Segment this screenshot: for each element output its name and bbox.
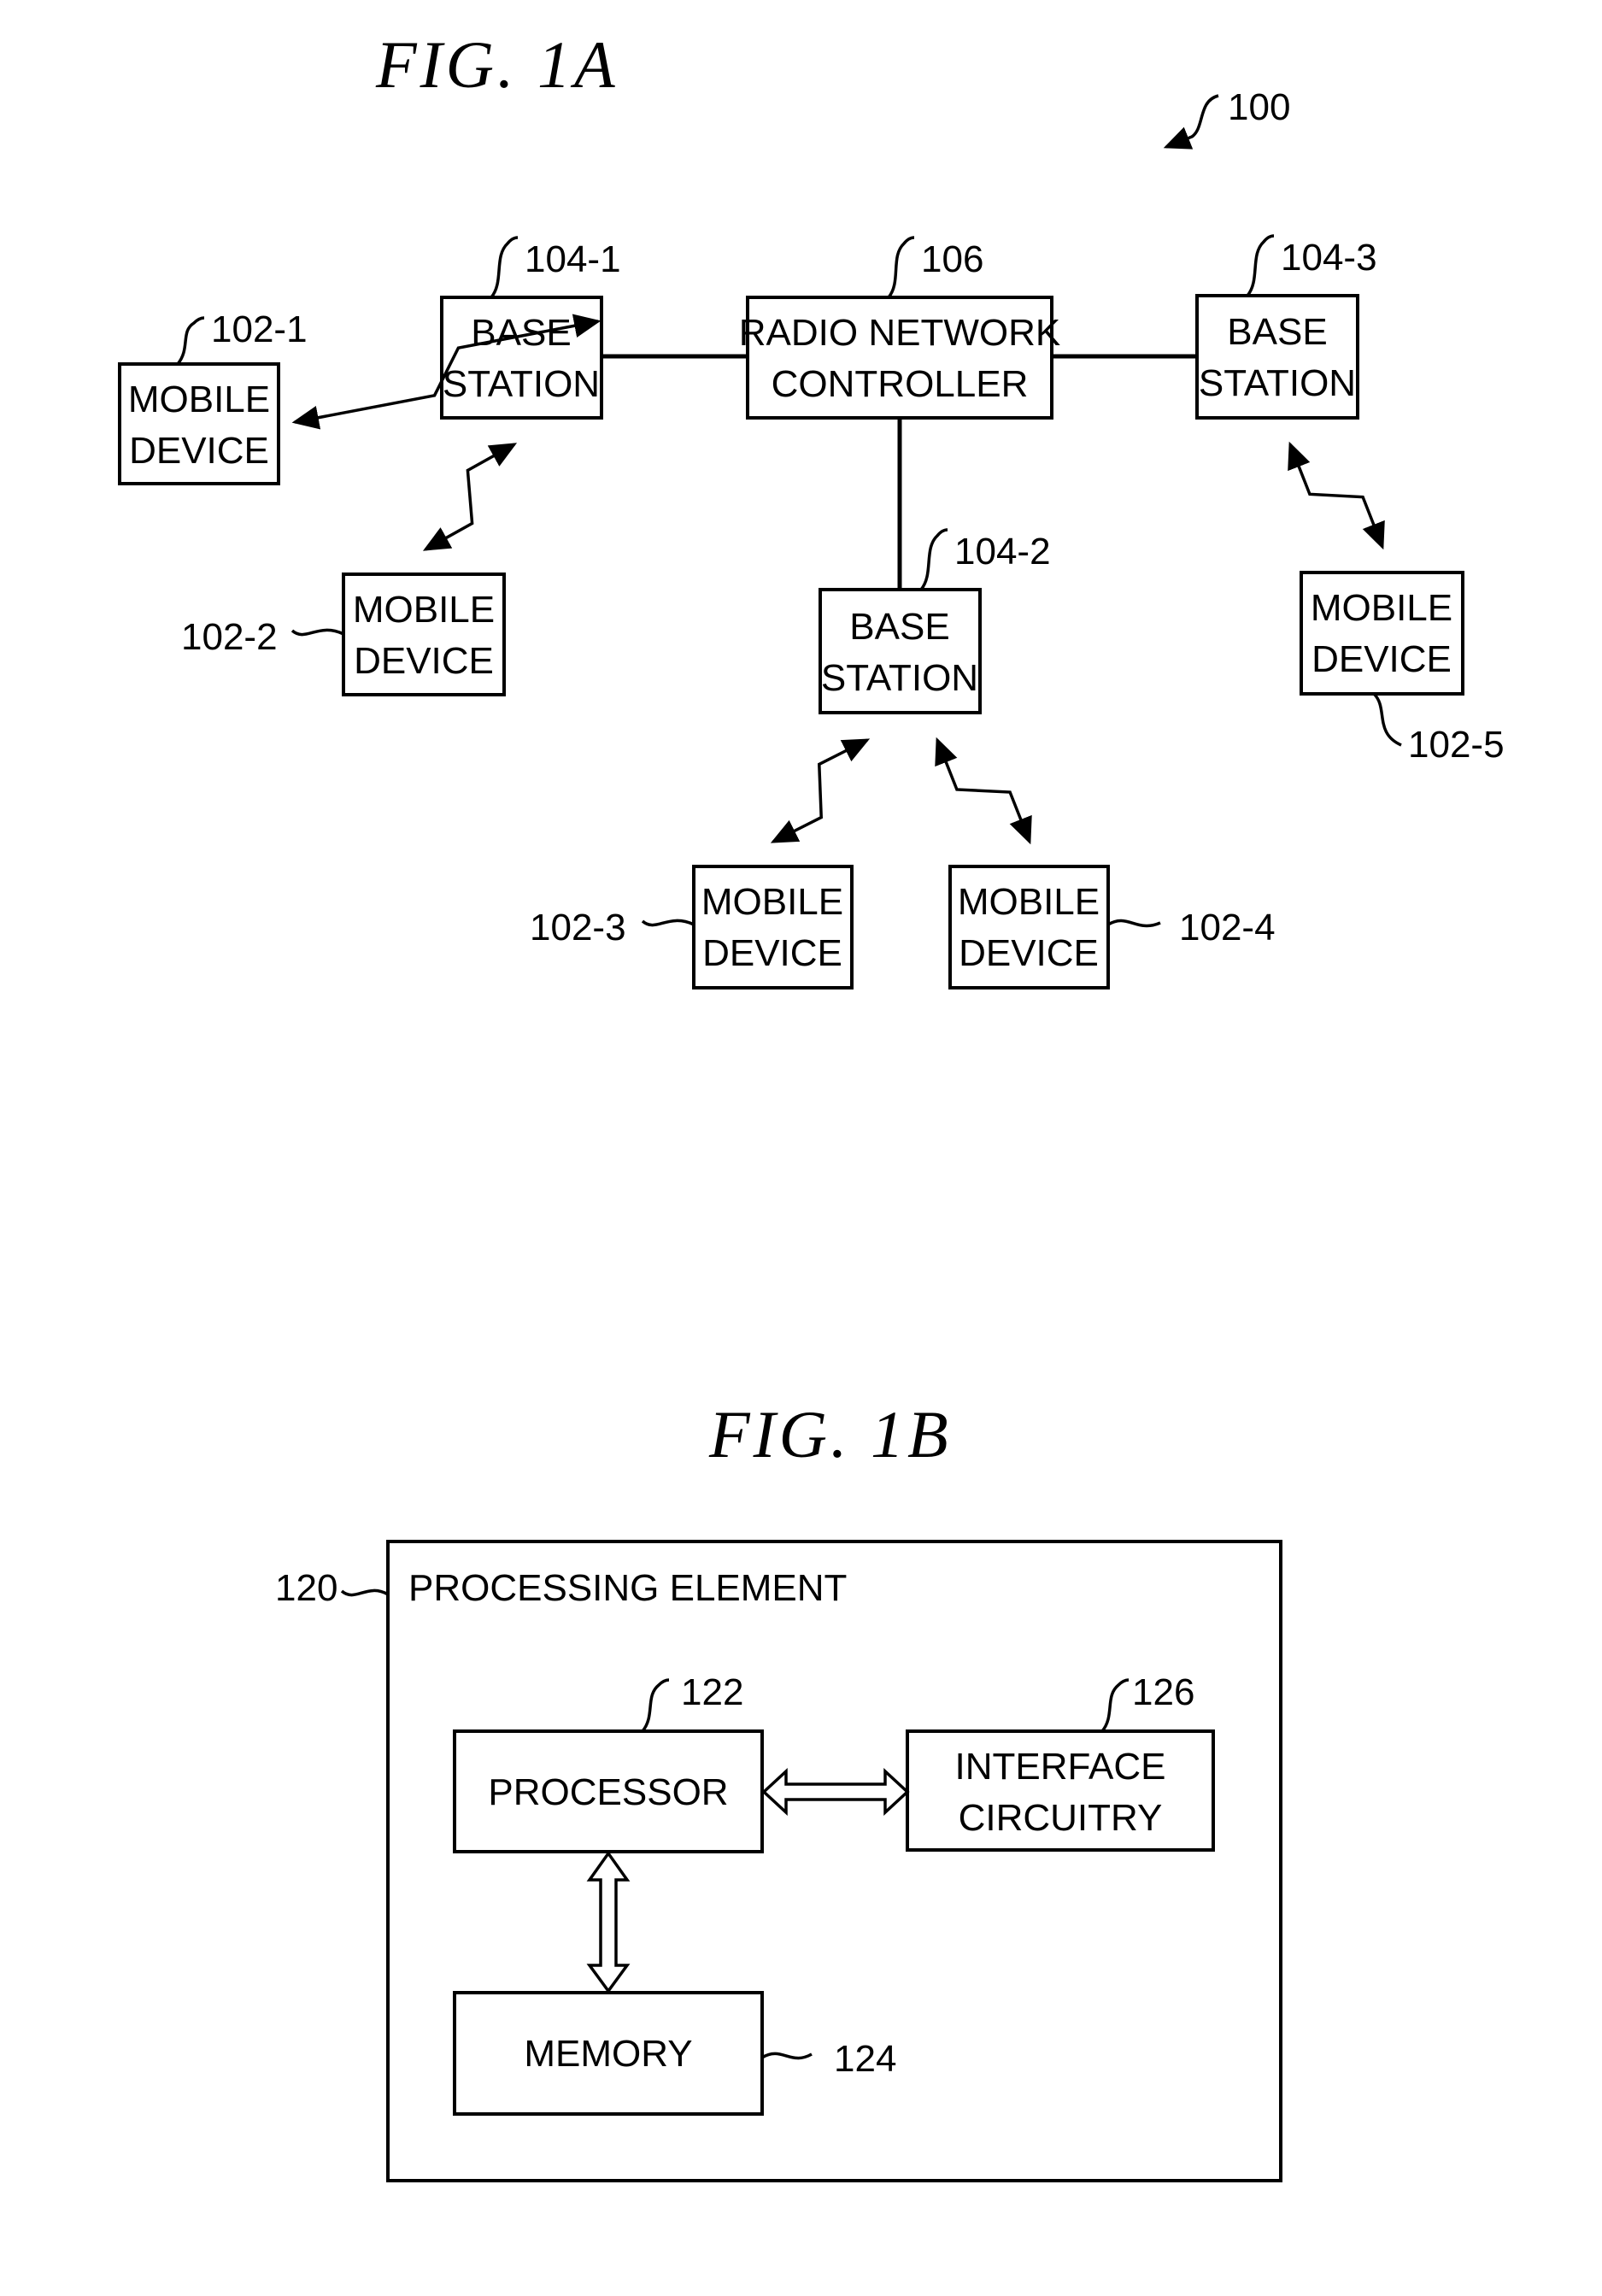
processor-reference: 122 — [681, 1671, 743, 1713]
md5-label-line2: DEVICE — [1312, 638, 1452, 680]
leader-line — [176, 316, 205, 366]
md2-label-line1: MOBILE — [353, 589, 495, 631]
bs1-label-line1: BASE — [471, 312, 571, 354]
figure-1a-title: FIG. 1A — [375, 27, 619, 102]
base-station-104-2[interactable]: BASE STATION 104-2 — [819, 528, 1051, 714]
bs2-reference: 104-2 — [954, 531, 1051, 573]
leader-line — [919, 528, 948, 591]
bs1-reference: 104-1 — [525, 238, 621, 280]
wireless-link-bs2-md3-icon — [770, 738, 871, 843]
reference-arrow-icon — [1163, 94, 1219, 150]
mobile-device-102-4[interactable]: MOBILE DEVICE 102-4 — [948, 865, 1276, 989]
radio-network-controller[interactable]: RADIO NETWORK CONTROLLER 106 — [739, 236, 1060, 420]
base-station-104-1[interactable]: BASE STATION 104-1 — [440, 236, 621, 420]
rnc-label-line2: CONTROLLER — [772, 363, 1029, 405]
md1-label-line2: DEVICE — [129, 430, 269, 472]
leader-line — [1107, 919, 1161, 928]
system-reference: 100 — [1163, 86, 1290, 150]
bs1-label-line2: STATION — [443, 363, 600, 405]
rnc-reference: 106 — [921, 238, 983, 280]
interface-label-line2: CIRCUITRY — [959, 1797, 1163, 1839]
bs2-label-line2: STATION — [821, 657, 978, 699]
processing-element-label: PROCESSING ELEMENT — [408, 1567, 847, 1609]
figure-1b: FIG. 1B PROCESSING ELEMENT 120 PROCESSOR… — [275, 1397, 1282, 2182]
base-station-104-3[interactable]: BASE STATION 104-3 — [1195, 234, 1377, 420]
processor-label: PROCESSOR — [488, 1771, 728, 1813]
leader-line — [641, 919, 695, 927]
md4-label-line2: DEVICE — [959, 932, 1099, 974]
mobile-device-102-5[interactable]: MOBILE DEVICE 102-5 — [1300, 571, 1505, 766]
md3-label-line2: DEVICE — [702, 932, 842, 974]
leader-line — [1246, 234, 1275, 297]
leader-line — [340, 1588, 389, 1597]
leader-line — [1372, 692, 1402, 747]
memory-reference: 124 — [834, 2038, 896, 2080]
wireless-link-bs3-md5-icon — [1288, 441, 1385, 550]
mobile-device-102-3[interactable]: MOBILE DEVICE 102-3 — [530, 865, 854, 989]
md3-label-line1: MOBILE — [701, 881, 843, 923]
bs3-label-line2: STATION — [1199, 362, 1356, 404]
rnc-label-line1: RADIO NETWORK — [739, 312, 1060, 354]
md5-reference: 102-5 — [1408, 724, 1505, 766]
md1-label-line1: MOBILE — [128, 379, 270, 420]
md1-reference: 102-1 — [211, 308, 308, 350]
figure-1b-title: FIG. 1B — [708, 1397, 952, 1471]
processing-element[interactable]: PROCESSING ELEMENT 120 — [275, 1540, 1282, 2182]
reference-100: 100 — [1228, 86, 1290, 128]
memory-label: MEMORY — [524, 2033, 692, 2075]
leader-line — [887, 236, 915, 299]
md5-label-line1: MOBILE — [1311, 587, 1452, 629]
md2-label-line2: DEVICE — [354, 640, 494, 682]
wireless-link-bs2-md4-icon — [935, 737, 1032, 845]
bs3-label-line1: BASE — [1227, 311, 1327, 353]
processing-element-reference: 120 — [275, 1567, 337, 1609]
leader-line — [290, 628, 344, 637]
patent-drawing-sheet: FIG. 1A 100 RADIO NETWORK CONTROLLER 106… — [118, 27, 1505, 2182]
md4-label-line1: MOBILE — [958, 881, 1100, 923]
interface-label-line1: INTERFACE — [955, 1746, 1166, 1788]
mobile-device-102-2[interactable]: MOBILE DEVICE 102-2 — [181, 573, 506, 696]
md3-reference: 102-3 — [530, 907, 626, 948]
mobile-device-102-1[interactable]: MOBILE DEVICE 102-1 — [118, 308, 308, 485]
bs2-label-line1: BASE — [849, 606, 949, 648]
md2-reference: 102-2 — [181, 616, 278, 658]
wireless-link-bs1-md2-icon — [422, 443, 518, 551]
bs3-reference: 104-3 — [1281, 237, 1377, 279]
md4-reference: 102-4 — [1179, 907, 1276, 948]
figure-1a: FIG. 1A 100 RADIO NETWORK CONTROLLER 106… — [118, 27, 1505, 989]
leader-line — [490, 236, 519, 299]
interface-reference: 126 — [1132, 1671, 1194, 1713]
